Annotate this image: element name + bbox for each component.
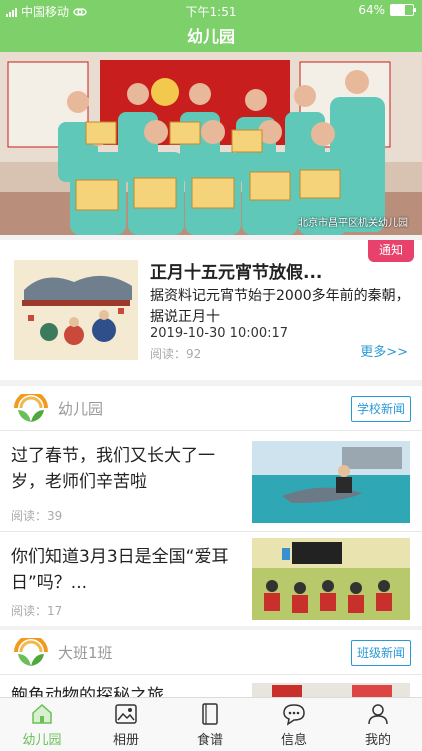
class-news-section: 大班1班 班级新闻 鲍鱼动物的探秘之旅	[0, 630, 422, 697]
tab-label: 幼儿园	[22, 733, 62, 748]
news-title: 过了春节，我们又长大了一岁，老师们辛苦啦	[11, 446, 215, 492]
section-name: 大班1班	[58, 644, 113, 662]
tab-kindergarten[interactable]: 幼儿园	[0, 698, 84, 751]
banner-photo[interactable]: 北京市昌平区机关幼儿园	[0, 52, 422, 235]
notice-thumbnail	[14, 260, 138, 360]
school-news-section: 幼儿园 学校新闻 过了春节，我们又长大了一岁，老师们辛苦啦 阅读：39 你们知道…	[0, 386, 422, 626]
tab-bar: 幼儿园 相册 食谱 信息 我的	[0, 697, 422, 751]
news-reads: 阅读：17	[11, 604, 63, 618]
recipe-icon	[202, 703, 218, 725]
home-icon	[32, 703, 52, 724]
section-header: 幼儿园 学校新闻	[0, 386, 422, 431]
notice-title[interactable]: 正月十五元宵节放假...	[150, 258, 322, 283]
banner-watermark: 北京市昌平区机关幼儿园	[298, 218, 408, 229]
tab-label: 我的	[364, 733, 391, 748]
battery-percent: 64%	[358, 3, 385, 17]
album-icon	[115, 704, 137, 724]
group-photo-image	[0, 52, 422, 235]
kindergarten-logo-icon	[14, 638, 48, 666]
notice-reads: 阅读：92	[150, 347, 202, 361]
notice-tag: 通知	[368, 240, 414, 262]
tab-label: 相册	[112, 733, 139, 748]
tab-label: 信息	[280, 733, 307, 748]
section-name: 幼儿园	[58, 400, 104, 418]
status-right: 64%	[358, 3, 416, 17]
news-title: 鲍鱼动物的探秘之旅	[11, 686, 164, 697]
tab-album[interactable]: 相册	[84, 698, 168, 751]
kindergarten-logo-icon	[14, 394, 48, 422]
tab-profile[interactable]: 我的	[336, 698, 420, 751]
tab-recipe[interactable]: 食谱	[168, 698, 252, 751]
page-title: 幼儿园	[0, 22, 422, 52]
news-thumbnail	[252, 683, 410, 697]
message-icon	[283, 704, 305, 726]
museum-photo	[252, 683, 410, 697]
news-item[interactable]: 鲍鱼动物的探秘之旅	[0, 675, 422, 697]
section-header: 大班1班 班级新闻	[0, 630, 422, 675]
notice-card[interactable]: 通知 正月十五元宵节放假... 据资料记元宵节始于2000多年前的秦朝，据说正月…	[0, 240, 422, 380]
more-link[interactable]: 更多>>	[360, 341, 408, 360]
notice-summary: 据资料记元宵节始于2000多年前的秦朝，据说正月十	[150, 288, 410, 325]
status-bar: 中国移动 下午1:51 64%	[0, 0, 422, 22]
news-title: 你们知道3月3日是全国“爱耳日”吗？...	[11, 547, 229, 593]
class-news-button[interactable]: 班级新闻	[350, 640, 411, 666]
tab-label: 食谱	[196, 733, 223, 748]
news-item[interactable]: 你们知道3月3日是全国“爱耳日”吗？... 阅读：17	[0, 532, 422, 624]
notice-datetime: 2019-10-30 10:00:17	[150, 326, 289, 341]
news-thumbnail	[252, 538, 410, 620]
tab-messages[interactable]: 信息	[252, 698, 336, 751]
dolphin-photo	[252, 441, 410, 523]
classroom-photo	[252, 538, 410, 620]
news-thumbnail	[252, 441, 410, 523]
battery-icon	[390, 4, 416, 16]
school-news-button[interactable]: 学校新闻	[350, 396, 411, 422]
news-reads: 阅读：39	[11, 509, 63, 523]
profile-icon	[368, 704, 388, 725]
lantern-festival-painting	[14, 260, 138, 360]
news-item[interactable]: 过了春节，我们又长大了一岁，老师们辛苦啦 阅读：39	[0, 431, 422, 532]
